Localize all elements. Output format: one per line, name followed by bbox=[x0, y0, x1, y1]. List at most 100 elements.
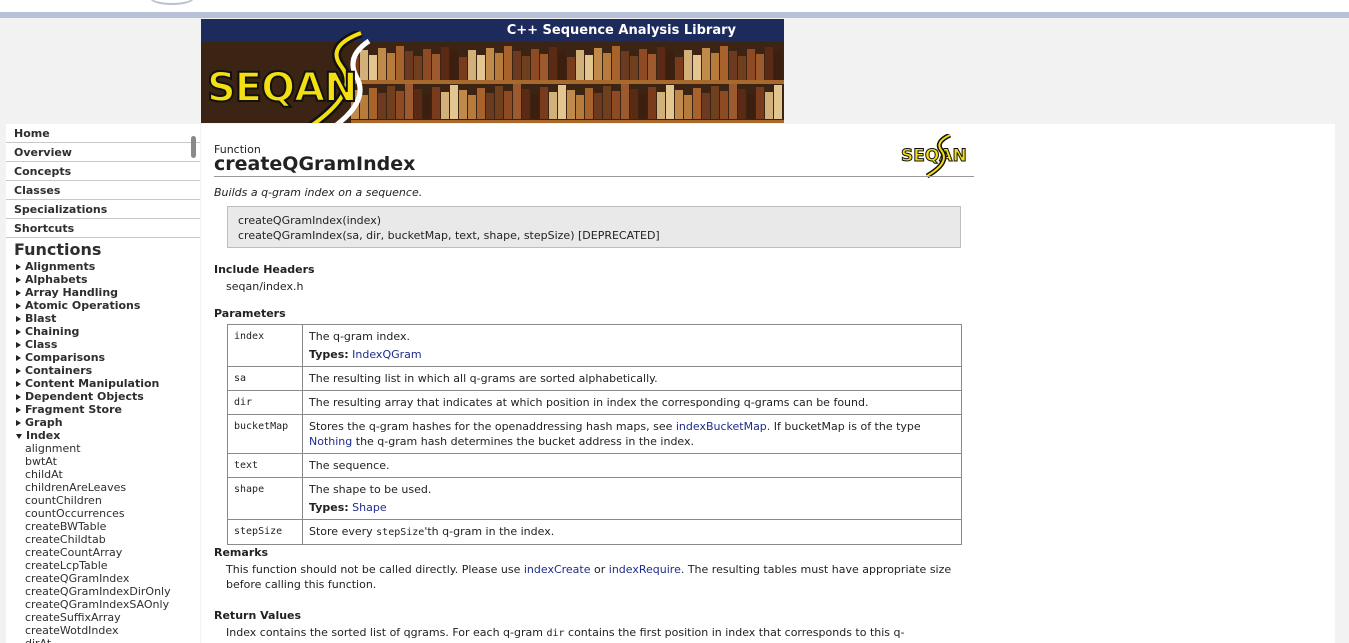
parameters-table: index The q-gram index. Types: IndexQGra… bbox=[227, 324, 962, 545]
sidebar-function-link[interactable]: childAt bbox=[6, 468, 200, 481]
param-desc: Stores the q-gram hashes for the openadd… bbox=[302, 414, 962, 454]
sidebar-category-comparisons[interactable]: Comparisons bbox=[6, 351, 200, 364]
param-name: text bbox=[227, 453, 303, 478]
param-name: stepSize bbox=[227, 519, 303, 545]
sidebar-function-link[interactable]: createBWTable bbox=[6, 520, 200, 533]
sidebar-scrollbar[interactable] bbox=[191, 136, 196, 158]
triangle-right-icon bbox=[16, 407, 21, 413]
link-indexrequire[interactable]: indexRequire bbox=[609, 563, 681, 576]
param-desc: The q-gram index. Types: IndexQGram bbox=[302, 324, 962, 367]
include-headers-heading: Include Headers bbox=[214, 263, 315, 276]
signature-box: createQGramIndex(index) createQGramIndex… bbox=[227, 206, 961, 248]
sidebar-function-link[interactable]: childrenAreLeaves bbox=[6, 481, 200, 494]
sidebar-category-index[interactable]: Index bbox=[6, 429, 200, 442]
sidebar-function-link[interactable]: createChildtab bbox=[6, 533, 200, 546]
sidebar-category-blast[interactable]: Blast bbox=[6, 312, 200, 325]
nav-overview[interactable]: Overview bbox=[6, 143, 200, 162]
parameters-heading: Parameters bbox=[214, 307, 286, 320]
summary: Builds a q-gram index on a sequence. bbox=[214, 186, 423, 199]
header-banner: C++ Sequence Analysis Library SEQAN bbox=[201, 19, 784, 123]
return-values-heading: Return Values bbox=[214, 609, 302, 622]
param-desc: The shape to be used. Types: Shape bbox=[302, 477, 962, 520]
dna-helix-small-icon bbox=[925, 134, 952, 178]
table-row: index The q-gram index. Types: IndexQGra… bbox=[227, 324, 962, 367]
books-row-bottom bbox=[351, 84, 784, 120]
nav-concepts[interactable]: Concepts bbox=[6, 162, 200, 181]
table-row: stepSize Store every stepSize'th q-gram … bbox=[227, 519, 962, 545]
main-content: Function createQGramIndex SEQAN Builds a… bbox=[201, 124, 1335, 643]
param-name: sa bbox=[227, 366, 303, 391]
triangle-right-icon bbox=[16, 420, 21, 426]
param-name: dir bbox=[227, 390, 303, 415]
page-title: createQGramIndex bbox=[214, 153, 416, 175]
sidebar-function-link[interactable]: bwtAt bbox=[6, 455, 200, 468]
table-row: dir The resulting array that indicates a… bbox=[227, 390, 962, 415]
table-row: text The sequence. bbox=[227, 453, 962, 478]
sidebar-function-link[interactable]: createQGramIndex bbox=[6, 572, 200, 585]
nav-home[interactable]: Home bbox=[6, 124, 200, 143]
link-shape[interactable]: Shape bbox=[352, 501, 386, 514]
triangle-right-icon bbox=[16, 277, 21, 283]
sidebar-function-link[interactable]: dirAt bbox=[6, 637, 200, 643]
link-indexqgram[interactable]: IndexQGram bbox=[352, 348, 421, 361]
signature-1: createQGramIndex(index) bbox=[238, 214, 382, 227]
books-row-top bbox=[351, 46, 784, 81]
param-name: shape bbox=[227, 477, 303, 520]
include-header-value: seqan/index.h bbox=[226, 280, 304, 293]
top-bar bbox=[0, 0, 1349, 12]
logo-fragment-icon bbox=[150, 0, 194, 5]
sidebar-function-link[interactable]: createSuffixArray bbox=[6, 611, 200, 624]
nav-classes[interactable]: Classes bbox=[6, 181, 200, 200]
triangle-right-icon bbox=[16, 329, 21, 335]
remarks-text: This function should not be called direc… bbox=[226, 563, 952, 591]
param-name: bucketMap bbox=[227, 414, 303, 454]
table-row: shape The shape to be used. Types: Shape bbox=[227, 477, 962, 520]
link-indexbucketmap[interactable]: indexBucketMap bbox=[676, 420, 767, 433]
param-name: index bbox=[227, 324, 303, 367]
sidebar-category-graph[interactable]: Graph bbox=[6, 416, 200, 429]
triangle-right-icon bbox=[16, 264, 21, 270]
triangle-right-icon bbox=[16, 381, 21, 387]
sidebar-category-dependent-objects[interactable]: Dependent Objects bbox=[6, 390, 200, 403]
param-desc: Store every stepSize'th q-gram in the in… bbox=[302, 519, 962, 545]
seqan-logo: SEQAN bbox=[206, 64, 359, 112]
link-nothing[interactable]: Nothing bbox=[309, 435, 352, 448]
functions-heading: Functions bbox=[14, 240, 102, 259]
triangle-right-icon bbox=[16, 290, 21, 296]
sidebar-function-link[interactable]: createWotdIndex bbox=[6, 624, 200, 637]
sidebar-category-fragment-store[interactable]: Fragment Store bbox=[6, 403, 200, 416]
seqan-small-logo: SEQAN bbox=[901, 134, 967, 178]
sidebar-function-link[interactable]: createQGramIndexSAOnly bbox=[6, 598, 200, 611]
nav-shortcuts[interactable]: Shortcuts bbox=[6, 219, 200, 238]
triangle-right-icon bbox=[16, 368, 21, 374]
sidebar-nav: Home Overview Concepts Classes Specializ… bbox=[6, 124, 200, 238]
sidebar-category-atomic-operations[interactable]: Atomic Operations bbox=[6, 299, 200, 312]
top-stripe bbox=[0, 12, 1349, 18]
sidebar-function-link[interactable]: countChildren bbox=[6, 494, 200, 507]
sidebar-function-link[interactable]: createCountArray bbox=[6, 546, 200, 559]
link-indexcreate[interactable]: indexCreate bbox=[524, 563, 591, 576]
sidebar-category-alignments[interactable]: Alignments bbox=[6, 260, 200, 273]
sidebar-category-content-manipulation[interactable]: Content Manipulation bbox=[6, 377, 200, 390]
table-row: bucketMap Stores the q-gram hashes for t… bbox=[227, 414, 962, 454]
nav-specializations[interactable]: Specializations bbox=[6, 200, 200, 219]
sidebar-function-link[interactable]: createQGramIndexDirOnly bbox=[6, 585, 200, 598]
sidebar-function-link[interactable]: countOccurrences bbox=[6, 507, 200, 520]
sidebar-category-array-handling[interactable]: Array Handling bbox=[6, 286, 200, 299]
sidebar: Home Overview Concepts Classes Specializ… bbox=[6, 124, 200, 643]
return-values-text: Index contains the sorted list of qgrams… bbox=[226, 626, 905, 639]
sidebar-function-link[interactable]: alignment bbox=[6, 442, 200, 455]
triangle-right-icon bbox=[16, 316, 21, 322]
signature-2: createQGramIndex(sa, dir, bucketMap, tex… bbox=[238, 229, 660, 242]
sidebar-function-link[interactable]: createLcpTable bbox=[6, 559, 200, 572]
table-row: sa The resulting list in which all q-gra… bbox=[227, 366, 962, 391]
param-desc: The sequence. bbox=[302, 453, 962, 478]
sidebar-category-class[interactable]: Class bbox=[6, 338, 200, 351]
triangle-down-icon bbox=[16, 433, 22, 439]
category-list: Alignments Alphabets Array Handling Atomic … bbox=[6, 260, 200, 442]
sidebar-category-alphabets[interactable]: Alphabets bbox=[6, 273, 200, 286]
sidebar-category-containers[interactable]: Containers bbox=[6, 364, 200, 377]
triangle-right-icon bbox=[16, 342, 21, 348]
sidebar-category-chaining[interactable]: Chaining bbox=[6, 325, 200, 338]
param-desc: The resulting list in which all q-grams … bbox=[302, 366, 962, 391]
